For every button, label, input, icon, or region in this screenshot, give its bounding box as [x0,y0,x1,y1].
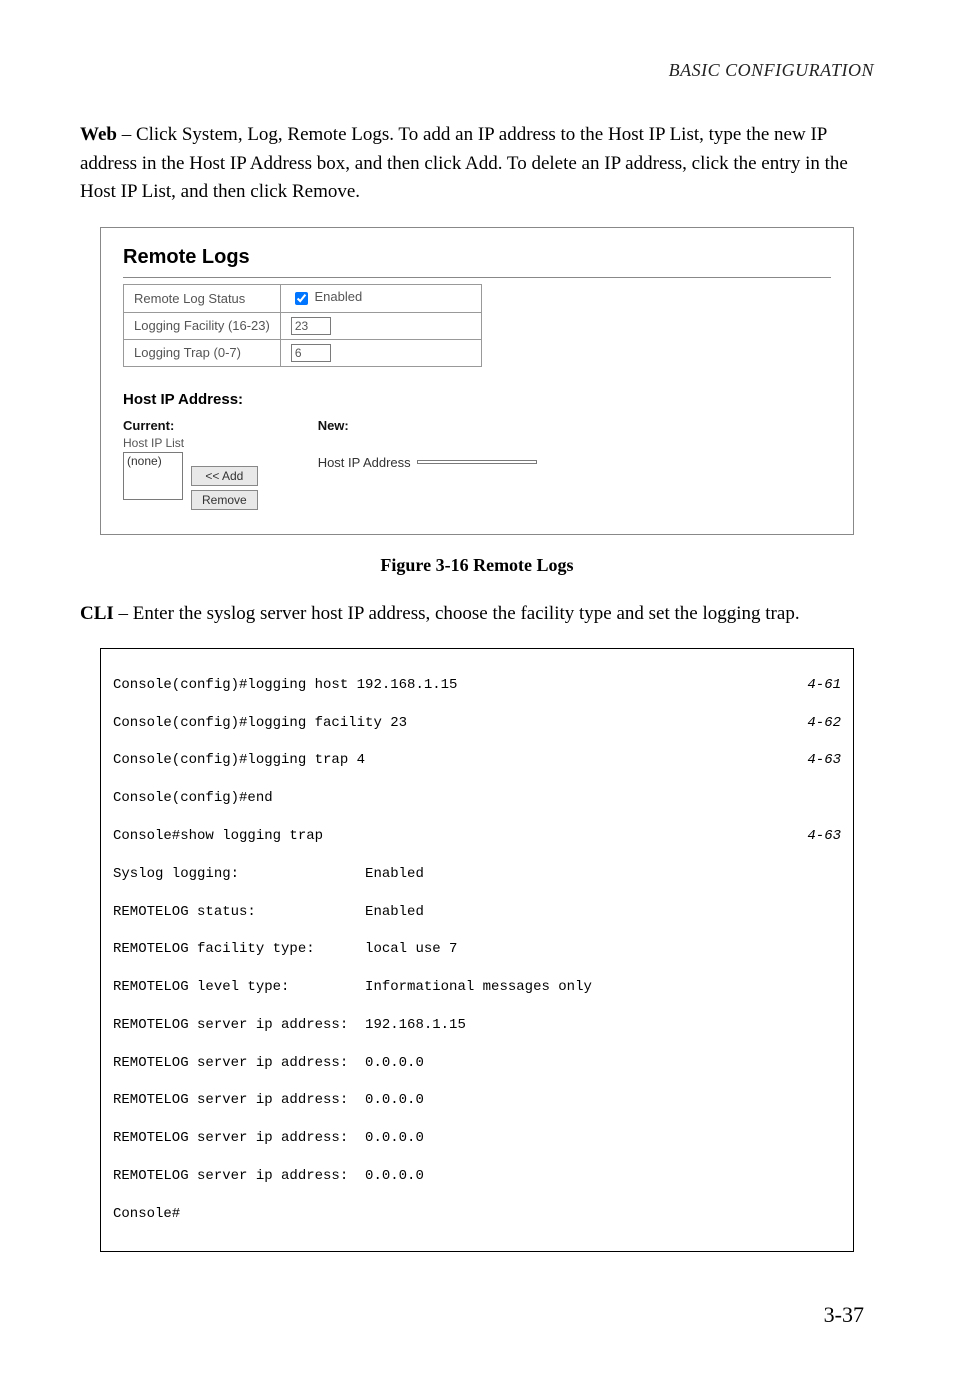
host-ip-address-label: Host IP Address [318,455,411,470]
cli-text: REMOTELOG server ip address: 0.0.0.0 [113,1167,424,1186]
logging-facility-input[interactable]: 23 [291,317,331,335]
cli-text: Console#show logging trap [113,827,323,846]
logging-trap-input[interactable]: 6 [291,344,331,362]
enabled-checkbox[interactable] [295,292,308,305]
remove-button[interactable]: Remove [191,490,258,510]
cli-text: REMOTELOG server ip address: 192.168.1.1… [113,1016,466,1035]
current-column: Current: Host IP List (none) << Add Remo… [123,418,258,510]
row-remote-log-status: Remote Log Status Enabled [124,284,482,312]
cli-line: Console(config)#end [113,789,841,808]
label-remote-log-status: Remote Log Status [124,284,281,312]
host-ip-address-input[interactable] [417,460,537,464]
web-intro-paragraph: Web – Click System, Log, Remote Logs. To… [80,121,874,207]
cli-line: Console#show logging trap 4-63 [113,827,841,846]
current-label: Current: [123,418,258,433]
cli-line: Console# [113,1205,841,1224]
panel-divider [123,277,831,278]
button-column: << Add Remove [191,466,258,510]
cli-line: REMOTELOG status: Enabled [113,903,841,922]
cli-text: Console# [113,1205,180,1224]
cli-line: Console(config)#logging facility 23 4-62 [113,714,841,733]
cli-text: Console(config)#logging trap 4 [113,751,365,770]
cli-line: REMOTELOG server ip address: 192.168.1.1… [113,1016,841,1035]
cli-text: Console(config)#logging facility 23 [113,714,407,733]
web-label: Web [80,124,117,145]
web-intro-text: – Click System, Log, Remote Logs. To add… [80,124,848,202]
enabled-label: Enabled [314,289,362,304]
row-logging-facility: Logging Facility (16-23) 23 [124,312,482,339]
label-logging-facility: Logging Facility (16-23) [124,312,281,339]
value-logging-facility: 23 [280,312,481,339]
page-header: BASIC CONFIGURATION [80,60,874,81]
cli-ref: 4-61 [807,676,841,695]
cli-intro-paragraph: CLI – Enter the syslog server host IP ad… [80,600,874,629]
new-label: New: [318,418,537,433]
cli-line: REMOTELOG facility type: local use 7 [113,940,841,959]
cli-text: Syslog logging: Enabled [113,865,424,884]
cli-line: REMOTELOG server ip address: 0.0.0.0 [113,1091,841,1110]
cli-text: REMOTELOG server ip address: 0.0.0.0 [113,1054,424,1073]
host-ip-section-title: Host IP Address: [123,391,831,408]
host-ip-list-label: Host IP List [123,436,258,450]
cli-line: REMOTELOG server ip address: 0.0.0.0 [113,1054,841,1073]
remote-logs-panel: Remote Logs Remote Log Status Enabled Lo… [100,227,854,535]
cli-text: REMOTELOG server ip address: 0.0.0.0 [113,1091,424,1110]
cli-text: Console(config)#end [113,789,273,808]
cli-text: REMOTELOG level type: Informational mess… [113,978,592,997]
new-column: New: Host IP Address [318,418,537,470]
row-logging-trap: Logging Trap (0-7) 6 [124,339,482,366]
label-logging-trap: Logging Trap (0-7) [124,339,281,366]
cli-intro-text: – Enter the syslog server host IP addres… [114,603,800,624]
cli-text: REMOTELOG facility type: local use 7 [113,940,457,959]
settings-table: Remote Log Status Enabled Logging Facili… [123,284,482,367]
cli-output: Console(config)#logging host 192.168.1.1… [100,648,854,1252]
page-number: 3-37 [80,1302,874,1328]
host-ip-list[interactable]: (none) [123,452,183,500]
cli-ref: 4-62 [807,714,841,733]
value-remote-log-status: Enabled [280,284,481,312]
cli-text: REMOTELOG status: Enabled [113,903,424,922]
cli-line: Console(config)#logging host 192.168.1.1… [113,676,841,695]
host-ip-row: Current: Host IP List (none) << Add Remo… [123,418,831,510]
value-logging-trap: 6 [280,339,481,366]
cli-line: REMOTELOG server ip address: 0.0.0.0 [113,1167,841,1186]
figure-caption: Figure 3-16 Remote Logs [80,555,874,576]
cli-ref: 4-63 [807,751,841,770]
panel-title: Remote Logs [123,246,831,269]
cli-text: REMOTELOG server ip address: 0.0.0.0 [113,1129,424,1148]
cli-line: Syslog logging: Enabled [113,865,841,884]
cli-line: Console(config)#logging trap 4 4-63 [113,751,841,770]
add-button[interactable]: << Add [191,466,258,486]
cli-text: Console(config)#logging host 192.168.1.1… [113,676,457,695]
cli-label: CLI [80,603,114,624]
cli-line: REMOTELOG level type: Informational mess… [113,978,841,997]
cli-ref: 4-63 [807,827,841,846]
cli-line: REMOTELOG server ip address: 0.0.0.0 [113,1129,841,1148]
